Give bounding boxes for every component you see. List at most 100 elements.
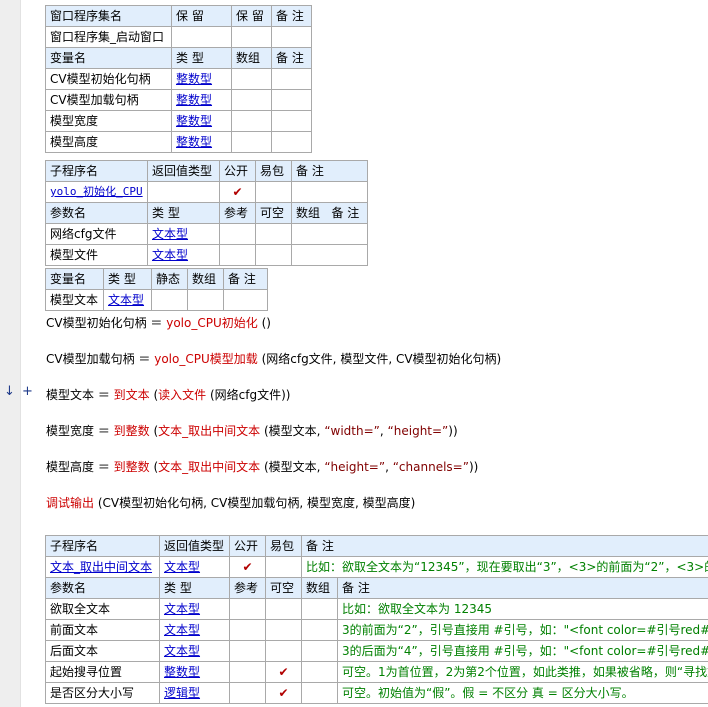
table-cell[interactable]: [271, 26, 312, 48]
table-row[interactable]: 是否区分大小写 逻辑型 ✔ 可空。初始值为“假”。假 = 不区分 真 = 区分大…: [45, 682, 708, 704]
table-row[interactable]: 模型高度 整数型: [45, 131, 312, 153]
table-row[interactable]: 后面文本 文本型 3的后面为“4”，引号直接用 #引号，如："<font col…: [45, 640, 708, 662]
table-row[interactable]: 起始搜寻位置 整数型 ✔ 可空。1为首位置，2为第2个位置，如此类推，如果被省略…: [45, 661, 708, 683]
param-type-link[interactable]: 文本型: [159, 619, 230, 641]
param-type-link[interactable]: 逻辑型: [159, 682, 230, 704]
param-name[interactable]: 欲取全文本: [45, 598, 160, 620]
param-note[interactable]: 可空。初始值为“假”。假 = 不区分 真 = 区分大小写。: [336, 682, 708, 704]
param-type-link[interactable]: 文本型: [159, 640, 230, 662]
table-cell[interactable]: [271, 110, 312, 132]
code-text: CV模型初始化句柄 ＝: [46, 316, 167, 330]
table-cell[interactable]: [187, 289, 224, 311]
table-cell[interactable]: [171, 26, 232, 48]
param-type-link[interactable]: 文本型: [146, 244, 221, 266]
table-cell[interactable]: [301, 598, 338, 620]
table-cell[interactable]: [255, 223, 293, 245]
plus-icon[interactable]: +: [22, 384, 33, 399]
table-cell[interactable]: [229, 619, 266, 641]
table-row[interactable]: CV模型加载句柄 整数型: [45, 89, 312, 111]
param-name[interactable]: 前面文本: [45, 619, 160, 641]
code-line[interactable]: 模型高度 ＝ 到整数 (文本_取出中间文本 (模型文本, “height=”, …: [46, 458, 478, 475]
table-cell[interactable]: [291, 181, 369, 203]
var-type-link[interactable]: 整数型: [171, 110, 232, 132]
header-cell: 类 型: [159, 577, 230, 599]
param-type-link[interactable]: 文本型: [159, 598, 230, 620]
table-row[interactable]: 模型文件 文本型: [45, 244, 369, 266]
table-cell[interactable]: [231, 110, 272, 132]
param-name[interactable]: 网络cfg文件: [45, 223, 148, 245]
param-note[interactable]: 3的前面为“2”，引号直接用 #引号，如："<font color=#引号red…: [336, 619, 708, 641]
code-line[interactable]: 调试输出 (CV模型初始化句柄, CV模型加载句柄, 模型宽度, 模型高度): [46, 494, 415, 511]
sub-name-link[interactable]: 文本_取出中间文本: [45, 556, 160, 578]
param-note[interactable]: 可空。1为首位置，2为第2个位置，如此类推，如果被省略，则“寻找文本”命令默认从…: [336, 661, 708, 683]
table-cell[interactable]: [223, 289, 268, 311]
param-name[interactable]: 后面文本: [45, 640, 160, 662]
var-type-link[interactable]: 文本型: [103, 289, 152, 311]
table-cell[interactable]: [265, 556, 302, 578]
table-cell[interactable]: [219, 244, 257, 266]
var-name[interactable]: 模型高度: [45, 131, 172, 153]
table-cell[interactable]: [255, 181, 293, 203]
code-line[interactable]: CV模型初始化句柄 ＝ yolo_CPU初始化 (): [46, 314, 271, 331]
table-cell[interactable]: [271, 131, 312, 153]
table-cell[interactable]: [271, 89, 312, 111]
sub-row[interactable]: 文本_取出中间文本 文本型 ✔ 比如：欲取全文本为“12345”，现在要取出“3…: [45, 556, 708, 578]
table-cell[interactable]: [229, 640, 266, 662]
table-cell[interactable]: [291, 244, 369, 266]
arrow-down-icon[interactable]: ↓: [4, 384, 15, 399]
param-name[interactable]: 模型文件: [45, 244, 148, 266]
table-cell[interactable]: [229, 661, 266, 683]
nullable-check-icon[interactable]: [265, 640, 302, 662]
table-cell[interactable]: [301, 640, 338, 662]
param-note[interactable]: 比如：欲取全文本为 12345: [336, 598, 708, 620]
table-cell[interactable]: [271, 68, 312, 90]
table-row[interactable]: 欲取全文本 文本型 比如：欲取全文本为 12345: [45, 598, 708, 620]
table-row[interactable]: CV模型初始化句柄 整数型: [45, 68, 312, 90]
param-name[interactable]: 起始搜寻位置: [45, 661, 160, 683]
return-type-link[interactable]: 文本型: [159, 556, 230, 578]
nullable-check-icon[interactable]: ✔: [265, 682, 302, 704]
table-cell[interactable]: [301, 682, 338, 704]
var-name[interactable]: 模型宽度: [45, 110, 172, 132]
assembly-row[interactable]: 窗口程序集_启动窗口: [45, 26, 312, 48]
table-cell[interactable]: [146, 181, 221, 203]
table-cell[interactable]: [255, 244, 293, 266]
nullable-check-icon[interactable]: [265, 598, 302, 620]
table-cell[interactable]: [231, 89, 272, 111]
var-type-link[interactable]: 整数型: [171, 89, 232, 111]
table-cell[interactable]: [231, 68, 272, 90]
nullable-check-icon[interactable]: ✔: [265, 661, 302, 683]
public-check-icon[interactable]: ✔: [219, 181, 257, 203]
sub-note[interactable]: 比如：欲取全文本为“12345”，现在要取出“3”，<3>的前面为“2”，<3>…: [300, 556, 708, 578]
assembly-name[interactable]: 窗口程序集_启动窗口: [45, 26, 172, 48]
table-cell[interactable]: [301, 661, 338, 683]
code-line[interactable]: 模型宽度 ＝ 到整数 (文本_取出中间文本 (模型文本, “width=”, “…: [46, 422, 458, 439]
var-name[interactable]: 模型文本: [45, 289, 104, 311]
code-line[interactable]: CV模型加载句柄 ＝ yolo_CPU模型加载 (网络cfg文件, 模型文件, …: [46, 350, 501, 367]
sub-name-link[interactable]: yolo_初始化_CPU: [45, 181, 148, 203]
table-cell[interactable]: [229, 598, 266, 620]
param-note[interactable]: 3的后面为“4”，引号直接用 #引号，如："<font color=#引号red…: [336, 640, 708, 662]
table-cell[interactable]: [301, 619, 338, 641]
nullable-check-icon[interactable]: [265, 619, 302, 641]
public-check-icon[interactable]: ✔: [229, 556, 266, 578]
code-line[interactable]: 模型文本 ＝ 到文本 (读入文件 (网络cfg文件)): [46, 386, 290, 403]
table-row[interactable]: 前面文本 文本型 3的前面为“2”，引号直接用 #引号，如："<font col…: [45, 619, 708, 641]
table-cell[interactable]: [229, 682, 266, 704]
var-name[interactable]: CV模型初始化句柄: [45, 68, 172, 90]
param-name[interactable]: 是否区分大小写: [45, 682, 160, 704]
table-cell[interactable]: [231, 26, 272, 48]
param-type-link[interactable]: 文本型: [146, 223, 221, 245]
var-name[interactable]: CV模型加载句柄: [45, 89, 172, 111]
table-row[interactable]: 模型文本 文本型: [45, 289, 268, 311]
var-type-link[interactable]: 整数型: [171, 131, 232, 153]
param-type-link[interactable]: 整数型: [159, 661, 230, 683]
table-cell[interactable]: [291, 223, 369, 245]
var-type-link[interactable]: 整数型: [171, 68, 232, 90]
table-cell[interactable]: [231, 131, 272, 153]
table-row[interactable]: 模型宽度 整数型: [45, 110, 312, 132]
table-cell[interactable]: [219, 223, 257, 245]
table-row[interactable]: 网络cfg文件 文本型: [45, 223, 369, 245]
table-cell[interactable]: [151, 289, 188, 311]
sub-row[interactable]: yolo_初始化_CPU ✔: [45, 181, 369, 203]
